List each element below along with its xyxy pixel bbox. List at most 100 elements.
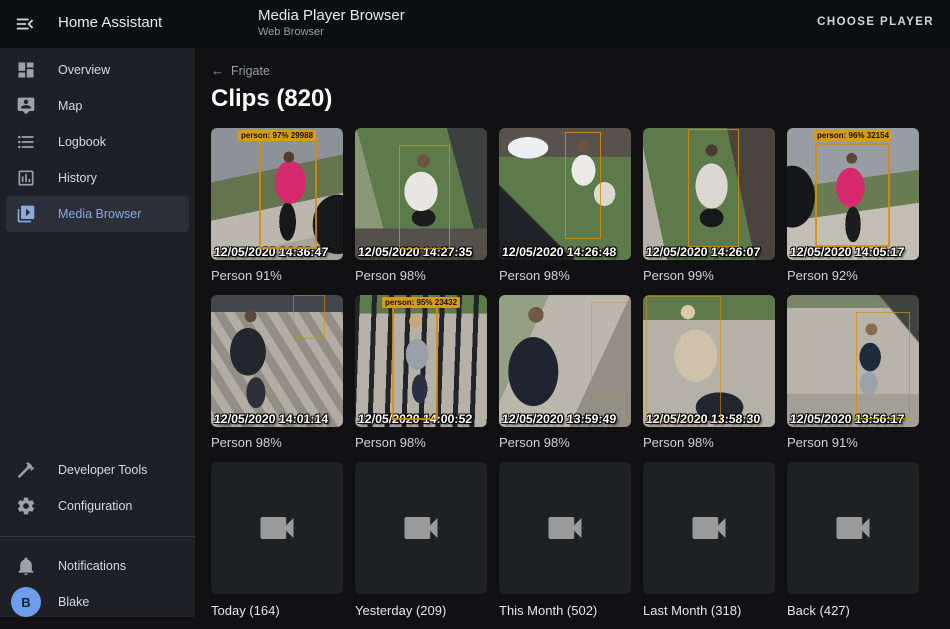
clip-thumbnail: 12/05/2020 14:27:35	[355, 128, 487, 260]
clip-label: Person 99%	[643, 260, 775, 295]
avatar: B	[11, 587, 41, 617]
choose-player-button[interactable]: CHOOSE PLAYER	[817, 16, 934, 28]
detection-bounding-box	[688, 129, 739, 246]
detection-bounding-box	[399, 145, 450, 249]
folder-label: Yesterday (209)	[355, 594, 487, 629]
sidebar-item-history[interactable]: History	[6, 160, 189, 196]
folder-thumbnail	[787, 462, 919, 594]
detection-bounding-box	[565, 132, 601, 239]
breadcrumb-back[interactable]: ← Frigate	[211, 63, 270, 79]
clip-thumbnail: 12/05/2020 13:59:49	[499, 295, 631, 427]
clip-label: Person 92%	[787, 260, 919, 295]
clip-timestamp: 12/05/2020 14:26:07	[646, 245, 775, 259]
clip-timestamp: 12/05/2020 13:59:49	[502, 412, 631, 426]
clips-grid: person: 97% 29988 12/05/2020 14:36:47 Pe…	[211, 128, 934, 629]
sidebar-divider	[0, 536, 195, 537]
format-list-bulleted-icon	[16, 132, 36, 152]
clip-tile[interactable]: 12/05/2020 13:56:17 Person 91%	[787, 295, 919, 462]
clip-label: Person 98%	[355, 427, 487, 462]
folder-tile-back[interactable]: Back (427)	[787, 462, 919, 629]
sidebar-item-media-browser[interactable]: Media Browser	[6, 196, 189, 232]
hammer-icon	[16, 460, 36, 480]
folder-label: Last Month (318)	[643, 594, 775, 629]
clip-label: Person 98%	[499, 260, 631, 295]
folder-tile-last-month[interactable]: Last Month (318)	[643, 462, 775, 629]
folder-label: Back (427)	[787, 594, 919, 629]
sidebar-item-label: Media Browser	[58, 207, 141, 221]
sidebar-item-user[interactable]: B Blake	[6, 584, 189, 620]
clip-label: Person 98%	[499, 427, 631, 462]
detection-label: person: 97% 29988	[238, 130, 316, 141]
sidebar-item-label: Logbook	[58, 135, 106, 149]
clip-thumbnail: 12/05/2020 13:56:17	[787, 295, 919, 427]
video-icon	[255, 506, 299, 550]
detection-label: person: 95% 23432	[382, 297, 460, 308]
video-icon	[399, 506, 443, 550]
sidebar-item-map[interactable]: Map	[6, 88, 189, 124]
clip-thumbnail: 12/05/2020 13:58:30	[643, 295, 775, 427]
clip-tile[interactable]: 12/05/2020 14:27:35 Person 98%	[355, 128, 487, 295]
clip-label: Person 98%	[355, 260, 487, 295]
clip-label: Person 98%	[211, 427, 343, 462]
detection-bounding-box	[259, 137, 317, 249]
clip-timestamp: 12/05/2020 14:01:14	[214, 412, 343, 426]
clip-thumbnail: person: 95% 23432 12/05/2020 14:00:52	[355, 295, 487, 427]
folder-label: Today (164)	[211, 594, 343, 629]
sidebar-footer: Developer Tools Configuration Notificati…	[0, 452, 195, 620]
folder-thumbnail	[355, 462, 487, 594]
sidebar-item-label: Notifications	[58, 559, 126, 573]
breadcrumb-label: Frigate	[231, 63, 270, 79]
clip-thumbnail: person: 97% 29988 12/05/2020 14:36:47	[211, 128, 343, 260]
video-icon	[687, 506, 731, 550]
detection-bounding-box	[646, 296, 721, 421]
clip-tile[interactable]: 12/05/2020 13:59:49 Person 98%	[499, 295, 631, 462]
page-title: Media Player Browser	[258, 6, 405, 25]
folder-tile-this-month[interactable]: This Month (502)	[499, 462, 631, 629]
menu-open-icon[interactable]	[14, 13, 36, 35]
clip-tile[interactable]: 12/05/2020 14:01:14 Person 98%	[211, 295, 343, 462]
folder-tile-today[interactable]: Today (164)	[211, 462, 343, 629]
play-box-multiple-icon	[16, 204, 36, 224]
detection-bounding-box	[591, 302, 628, 396]
clip-tile[interactable]: person: 96% 32154 12/05/2020 14:05:17 Pe…	[787, 128, 919, 295]
sidebar-item-logbook[interactable]: Logbook	[6, 124, 189, 160]
sidebar-item-configuration[interactable]: Configuration	[6, 488, 189, 524]
sidebar-item-label: Developer Tools	[58, 463, 147, 477]
clip-timestamp: 12/05/2020 14:05:17	[790, 245, 919, 259]
bell-icon	[16, 556, 36, 576]
sidebar-nav: Overview Map Logbook History Media Brows…	[0, 48, 195, 232]
clip-label: Person 98%	[643, 427, 775, 462]
sidebar-item-notifications[interactable]: Notifications	[6, 548, 189, 584]
folder-thumbnail	[643, 462, 775, 594]
clip-tile[interactable]: 12/05/2020 14:26:07 Person 99%	[643, 128, 775, 295]
sidebar-item-label: Map	[58, 99, 82, 113]
detection-bounding-box	[392, 299, 438, 420]
clip-tile[interactable]: 12/05/2020 13:58:30 Person 98%	[643, 295, 775, 462]
folder-thumbnail	[499, 462, 631, 594]
clip-tile[interactable]: person: 95% 23432 12/05/2020 14:00:52 Pe…	[355, 295, 487, 462]
detection-bounding-box	[856, 312, 910, 419]
sidebar-item-label: Overview	[58, 63, 110, 77]
clip-tile[interactable]: person: 97% 29988 12/05/2020 14:36:47 Pe…	[211, 128, 343, 295]
folder-tile-yesterday[interactable]: Yesterday (209)	[355, 462, 487, 629]
sidebar: Overview Map Logbook History Media Brows…	[0, 48, 195, 617]
view-dashboard-icon	[16, 60, 36, 80]
section-title: Clips (820)	[211, 84, 934, 114]
clip-thumbnail: 12/05/2020 14:01:14	[211, 295, 343, 427]
clip-timestamp: 12/05/2020 14:26:48	[502, 245, 631, 259]
back-arrow-icon: ←	[211, 63, 224, 79]
folder-thumbnail	[211, 462, 343, 594]
page-title-block: Media Player Browser Web Browser	[258, 6, 405, 39]
clip-thumbnail: person: 96% 32154 12/05/2020 14:05:17	[787, 128, 919, 260]
clip-tile[interactable]: 12/05/2020 14:26:48 Person 98%	[499, 128, 631, 295]
sidebar-item-label: Configuration	[58, 499, 132, 513]
user-name: Blake	[58, 595, 89, 609]
chart-box-icon	[16, 168, 36, 188]
app-title: Home Assistant	[58, 14, 162, 31]
sidebar-item-overview[interactable]: Overview	[6, 52, 189, 88]
detection-bounding-box	[815, 143, 890, 247]
clip-thumbnail: 12/05/2020 14:26:48	[499, 128, 631, 260]
clip-thumbnail: 12/05/2020 14:26:07	[643, 128, 775, 260]
gear-icon	[16, 496, 36, 516]
sidebar-item-developer-tools[interactable]: Developer Tools	[6, 452, 189, 488]
